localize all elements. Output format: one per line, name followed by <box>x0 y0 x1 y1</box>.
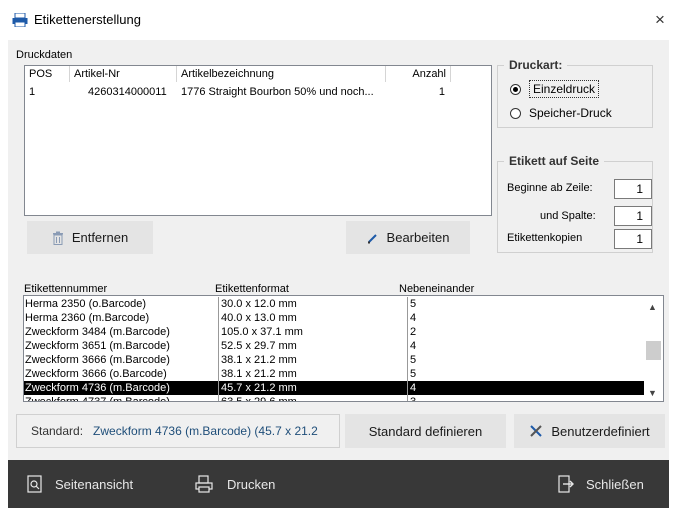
scroll-down-icon[interactable]: ▼ <box>648 388 657 398</box>
list-item[interactable]: Zweckform 4736 (m.Barcode) 45.7 x 21.2 mm… <box>24 381 644 395</box>
etikett-format: 30.0 x 12.0 mm <box>218 297 297 311</box>
cell-pos: 1 <box>29 86 36 98</box>
standard-definieren-button[interactable]: Standard definieren <box>345 414 506 448</box>
etikett-format: 52.5 x 29.7 mm <box>218 339 297 353</box>
etikett-format: 45.7 x 21.2 mm <box>218 381 297 395</box>
etikett-format: 40.0 x 13.0 mm <box>218 311 297 325</box>
etikett-name: Zweckform 3666 (m.Barcode) <box>25 354 170 366</box>
dialog-body: Druckdaten POS Artikel-Nr Artikelbezeich… <box>8 40 669 460</box>
list-item[interactable]: Zweckform 3666 (m.Barcode) 38.1 x 21.2 mm… <box>24 353 644 367</box>
list-item[interactable]: Herma 2350 (o.Barcode) 30.0 x 12.0 mm 5 <box>24 297 644 311</box>
cell-anzahl: 1 <box>438 86 445 98</box>
col-pos[interactable]: POS <box>25 66 70 82</box>
etikett-nebeneinander: 4 <box>407 339 416 353</box>
scroll-up-icon[interactable]: ▲ <box>648 302 657 312</box>
spalte-input[interactable]: 1 <box>614 206 652 226</box>
tools-icon <box>529 424 543 438</box>
list-item[interactable]: Zweckform 3484 (m.Barcode) 105.0 x 37.1 m… <box>24 325 644 339</box>
druckart-group: Druckart: Einzeldruck Speicher-Druck <box>497 58 653 128</box>
kopien-label: Etikettenkopien <box>507 232 583 244</box>
list-item[interactable]: Zweckform 3651 (m.Barcode) 52.5 x 29.7 mm… <box>24 339 644 353</box>
etikett-auf-seite-title: Etikett auf Seite <box>504 154 605 168</box>
etikett-name: Zweckform 4736 (m.Barcode) <box>25 382 170 394</box>
cell-bezeichnung: 1776 Straight Bourbon 50% und noch... <box>181 86 374 98</box>
bearbeiten-button[interactable]: Bearbeiten <box>346 221 470 254</box>
radio-einzeldruck[interactable]: Einzeldruck <box>510 80 600 98</box>
zeile-input[interactable]: 1 <box>614 179 652 199</box>
seitenansicht-label: Seitenansicht <box>55 476 134 492</box>
entfernen-label: Entfernen <box>71 230 129 245</box>
radio-speicher-druck[interactable]: Speicher-Druck <box>510 106 612 120</box>
etikett-name: Zweckform 3484 (m.Barcode) <box>25 326 170 338</box>
etikett-name: Zweckform 4737 (m.Barcode) <box>25 396 170 402</box>
etikett-nebeneinander: 5 <box>407 353 416 367</box>
schliessen-label: Schließen <box>586 476 644 492</box>
printer-app-icon <box>12 12 28 28</box>
druckdaten-list[interactable]: POS Artikel-Nr Artikelbezeichnung Anzahl… <box>24 65 492 216</box>
etikett-format: 63.5 x 29.6 mm <box>218 395 297 401</box>
list-item[interactable]: Zweckform 3666 (o.Barcode) 38.1 x 21.2 mm… <box>24 367 644 381</box>
pencil-icon <box>367 232 379 244</box>
standard-label: Standard: <box>31 424 84 438</box>
col-anzahl[interactable]: Anzahl <box>386 66 451 82</box>
col-bezeichnung[interactable]: Artikelbezeichnung <box>177 66 386 82</box>
radio-einzeldruck-label: Einzeldruck <box>529 80 600 98</box>
bearbeiten-label: Bearbeiten <box>386 230 450 245</box>
window-title: Etikettenerstellung <box>34 12 141 27</box>
spalte-label: und Spalte: <box>540 210 596 222</box>
etikett-format: 38.1 x 21.2 mm <box>218 367 297 381</box>
printer-icon <box>195 475 215 493</box>
etikett-name: Herma 2350 (o.Barcode) <box>25 298 147 310</box>
page-view-icon <box>27 475 43 493</box>
radio-checked-icon <box>510 83 521 95</box>
cell-artikel-nr: 4260314000011 <box>88 86 167 98</box>
etikett-name: Zweckform 3666 (o.Barcode) <box>25 368 167 380</box>
table-row[interactable]: 1 4260314000011 1776 Straight Bourbon 50… <box>25 86 455 99</box>
standard-display: Standard: Zweckform 4736 (m.Barcode) (45… <box>16 414 340 448</box>
seitenansicht-button[interactable]: Seitenansicht <box>27 460 133 508</box>
etikett-nebeneinander: 4 <box>407 311 416 325</box>
kopien-input[interactable]: 1 <box>614 229 652 249</box>
etiketten-scrollbar[interactable]: ▲ ▼ <box>644 296 663 401</box>
radio-speicher-label: Speicher-Druck <box>529 106 612 120</box>
druckart-title: Druckart: <box>504 58 568 72</box>
etikett-nebeneinander: 3 <box>407 395 416 401</box>
scroll-thumb[interactable] <box>646 341 661 360</box>
footer-bar: Seitenansicht Drucken Schließen <box>8 460 669 508</box>
list-item[interactable]: Zweckform 4737 (m.Barcode) 63.5 x 29.6 mm… <box>24 395 644 402</box>
etikett-name: Herma 2360 (m.Barcode) <box>25 312 150 324</box>
etikett-format: 38.1 x 21.2 mm <box>218 353 297 367</box>
trash-icon <box>52 231 64 245</box>
col-artikel-nr[interactable]: Artikel-Nr <box>70 66 177 82</box>
etikett-nebeneinander: 2 <box>407 325 416 339</box>
entfernen-button[interactable]: Entfernen <box>27 221 153 254</box>
standard-definieren-label: Standard definieren <box>368 423 483 439</box>
exit-icon <box>558 475 574 493</box>
benutzerdefiniert-label: Benutzerdefiniert <box>551 423 650 439</box>
drucken-label: Drucken <box>227 476 276 492</box>
etikett-nebeneinander: 4 <box>407 381 416 395</box>
etikett-name: Zweckform 3651 (m.Barcode) <box>25 340 170 352</box>
benutzerdefiniert-button[interactable]: Benutzerdefiniert <box>514 414 665 448</box>
etikett-nebeneinander: 5 <box>407 367 416 381</box>
druckdaten-label: Druckdaten <box>16 49 73 61</box>
radio-unchecked-icon <box>510 107 521 119</box>
standard-value: Zweckform 4736 (m.Barcode) (45.7 x 21.2 <box>93 424 318 438</box>
etikett-auf-seite-group: Etikett auf Seite Beginne ab Zeile: 1 un… <box>497 154 653 253</box>
etikett-format: 105.0 x 37.1 mm <box>218 325 303 339</box>
schliessen-button[interactable]: Schließen <box>558 460 644 508</box>
etiketten-list[interactable]: Herma 2350 (o.Barcode) 30.0 x 12.0 mm 5 Her… <box>23 295 664 402</box>
close-icon[interactable]: × <box>655 10 665 30</box>
etikett-nebeneinander: 5 <box>407 297 416 311</box>
list-item[interactable]: Herma 2360 (m.Barcode) 40.0 x 13.0 mm 4 <box>24 311 644 325</box>
drucken-button[interactable]: Drucken <box>195 460 275 508</box>
zeile-label: Beginne ab Zeile: <box>507 182 593 194</box>
title-bar: Etikettenerstellung × <box>0 0 677 40</box>
